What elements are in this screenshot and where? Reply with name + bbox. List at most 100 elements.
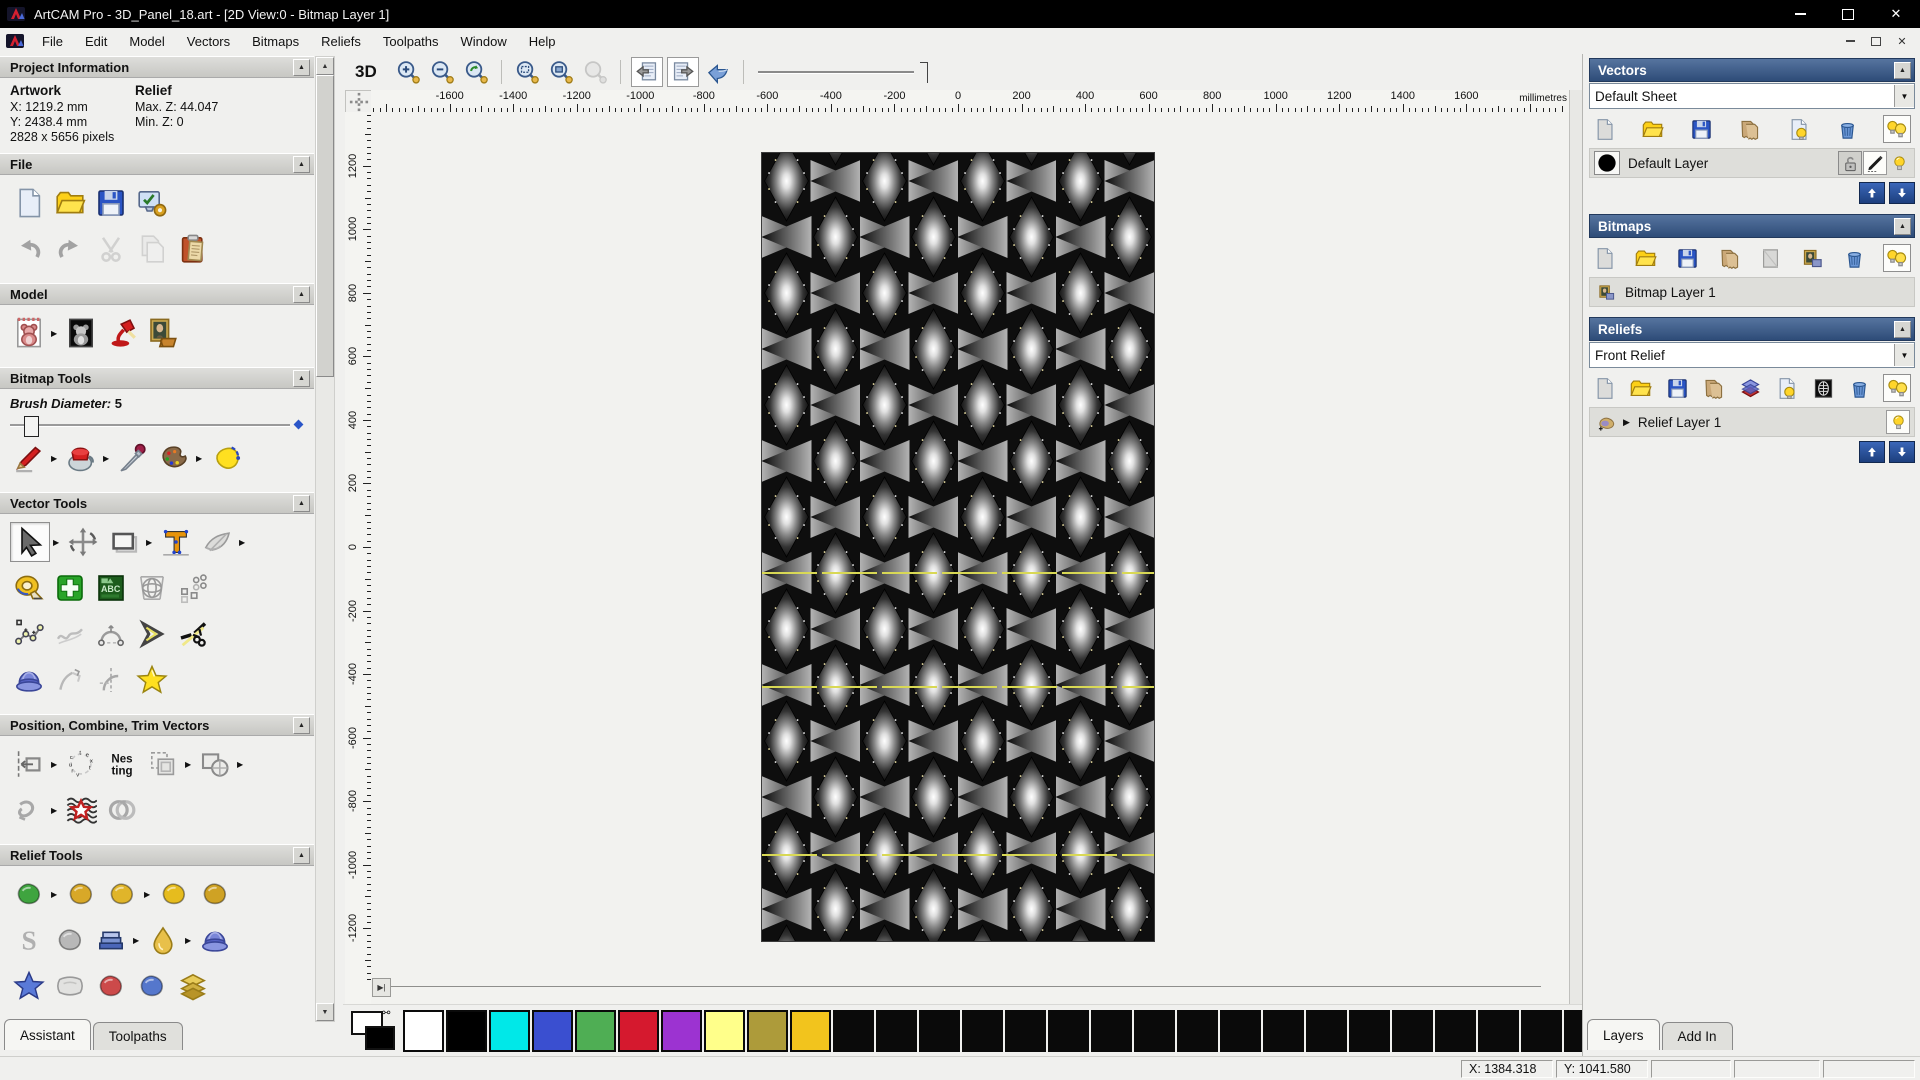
new-model-icon[interactable] — [10, 184, 48, 222]
palette-swatch-13[interactable] — [962, 1010, 1003, 1052]
relief-layer-row[interactable]: ▶Relief Layer 1 — [1589, 407, 1915, 437]
undo-icon[interactable] — [10, 230, 48, 268]
sheet-selector[interactable]: Default Sheet▼ — [1589, 83, 1915, 109]
palette-swatch-22[interactable] — [1349, 1010, 1390, 1052]
select-vectors-icon[interactable] — [10, 522, 50, 562]
transform-vectors-icon[interactable] — [64, 523, 102, 561]
collapse-section-icon[interactable]: ▲ — [1894, 62, 1911, 79]
create-star-icon[interactable] — [133, 661, 171, 699]
bitmap-preview-icon[interactable] — [1800, 245, 1826, 271]
menu-bitmaps[interactable]: Bitmaps — [241, 28, 310, 54]
relief-stack-icon[interactable] — [1737, 375, 1763, 401]
menu-reliefs[interactable]: Reliefs — [310, 28, 372, 54]
palette-swatch-20[interactable] — [1263, 1010, 1304, 1052]
vector-texture-icon[interactable] — [62, 791, 100, 829]
canvas-scroll-line[interactable] — [381, 986, 1541, 987]
palette-swatch-3[interactable] — [532, 1010, 573, 1052]
zoom-out-icon[interactable] — [427, 58, 457, 86]
layer-snapping-icon[interactable] — [1863, 151, 1887, 175]
bitmaps-header[interactable]: Bitmaps▲ — [1589, 214, 1915, 238]
greyscale-view-icon[interactable] — [1810, 375, 1836, 401]
menu-edit[interactable]: Edit — [74, 28, 118, 54]
collapse-section-icon[interactable]: ▲ — [293, 59, 310, 76]
palette-swatch-0[interactable] — [403, 1010, 444, 1052]
merge-relief-layers-icon[interactable] — [1701, 375, 1727, 401]
collapse-section-icon[interactable]: ▲ — [293, 156, 310, 173]
minimize-button[interactable] — [1776, 0, 1824, 28]
scrollbar-thumb[interactable] — [316, 75, 334, 377]
show-all-bitmap-layers-icon[interactable] — [1883, 244, 1911, 272]
palette-swatch-16[interactable] — [1091, 1010, 1132, 1052]
text-on-curve-icon[interactable]: textcurv — [62, 745, 100, 783]
brush-diameter-slider[interactable] — [10, 415, 296, 435]
show-all-vector-layers-icon[interactable] — [1883, 115, 1911, 143]
flyout-arrow[interactable]: ▶ — [144, 890, 152, 899]
flyout-arrow[interactable]: ▶ — [133, 936, 141, 945]
palette-swatch-1[interactable] — [446, 1010, 487, 1052]
envelope-distort-icon[interactable] — [198, 523, 236, 561]
move-layer-up-button[interactable] — [1859, 182, 1885, 204]
canvas-2d-view[interactable]: ▶| — [371, 112, 1569, 1004]
model-setup-icon[interactable] — [133, 184, 171, 222]
flyout-arrow[interactable]: ▶ — [185, 760, 193, 769]
colour-palette-icon[interactable] — [155, 439, 193, 477]
mdi-restore-button[interactable] — [1868, 34, 1884, 48]
menu-file[interactable]: File — [31, 28, 74, 54]
mdi-close-button[interactable]: ✕ — [1894, 34, 1910, 48]
section-header[interactable]: Project Information▲ — [0, 56, 314, 78]
relief-extra-2-icon[interactable] — [51, 1013, 89, 1018]
canvas-pan-button[interactable]: ▶| — [372, 978, 391, 997]
primary-secondary-colour[interactable]: ⚯ — [349, 1008, 403, 1054]
palette-swatch-4[interactable] — [575, 1010, 616, 1052]
expand-layer-icon[interactable]: ▶ — [1623, 417, 1630, 428]
palette-swatch-14[interactable] — [1005, 1010, 1046, 1052]
relief-extra-1-icon[interactable] — [10, 1013, 48, 1018]
menu-help[interactable]: Help — [518, 28, 567, 54]
block-paste-icon[interactable] — [174, 569, 212, 607]
menu-vectors[interactable]: Vectors — [176, 28, 241, 54]
palette-swatch-18[interactable] — [1177, 1010, 1218, 1052]
new-bitmap-layer-icon[interactable] — [1591, 245, 1617, 271]
save-model-icon[interactable] — [92, 184, 130, 222]
offset-vector-icon[interactable] — [133, 615, 171, 653]
layer-visible-icon[interactable] — [1886, 410, 1910, 434]
nesting-icon[interactable]: Nesting — [103, 745, 141, 783]
previous-bitmap-layer-icon[interactable] — [631, 57, 663, 87]
ruler-origin-button[interactable] — [345, 90, 373, 114]
collapse-section-icon[interactable]: ▲ — [293, 495, 310, 512]
create-polyline-icon[interactable] — [10, 615, 48, 653]
align-vectors-icon[interactable] — [10, 745, 48, 783]
palette-swatch-6[interactable] — [661, 1010, 702, 1052]
palette-swatch-19[interactable] — [1220, 1010, 1261, 1052]
smooth-relief-icon[interactable] — [62, 875, 100, 913]
merge-bitmap-layers-icon[interactable] — [1716, 245, 1742, 271]
weld-vectors-icon[interactable] — [196, 745, 234, 783]
smooth-tool-icon[interactable]: S — [10, 921, 48, 959]
menu-toolpaths[interactable]: Toolpaths — [372, 28, 450, 54]
texture-relief-icon[interactable] — [133, 967, 171, 1005]
flyout-arrow[interactable]: ▶ — [51, 890, 59, 899]
distort-mesh-icon[interactable] — [133, 569, 171, 607]
relief-extra-3-icon[interactable] — [92, 1013, 130, 1018]
layer-colour-swatch[interactable] — [1594, 151, 1620, 175]
menu-model[interactable]: Model — [118, 28, 175, 54]
move-layer-down-button[interactable] — [1889, 441, 1915, 463]
flyout-arrow[interactable]: ▶ — [196, 454, 204, 463]
zoom-previous-icon[interactable] — [461, 58, 491, 86]
palette-swatch-23[interactable] — [1392, 1010, 1433, 1052]
delete-relief-layer-icon[interactable] — [1847, 375, 1873, 401]
new-vector-layer-icon[interactable] — [1591, 116, 1617, 142]
layers-tab-add-in[interactable]: Add In — [1662, 1022, 1733, 1050]
unlink-grouped-icon[interactable] — [103, 791, 141, 829]
palette-swatch-25[interactable] — [1478, 1010, 1519, 1052]
layer-visible-icon[interactable] — [1888, 152, 1910, 174]
star-relief-icon[interactable] — [10, 967, 48, 1005]
view-3d-button[interactable]: 3D — [355, 62, 377, 82]
offset-relief-icon[interactable] — [174, 967, 212, 1005]
join-vectors-icon[interactable] — [10, 791, 48, 829]
simulate-toolpath-icon[interactable] — [703, 58, 733, 86]
palette-swatch-24[interactable] — [1435, 1010, 1476, 1052]
relief-pattern-image[interactable] — [762, 153, 1154, 941]
measure-icon[interactable] — [10, 569, 48, 607]
attach-texture-icon[interactable] — [144, 314, 182, 352]
